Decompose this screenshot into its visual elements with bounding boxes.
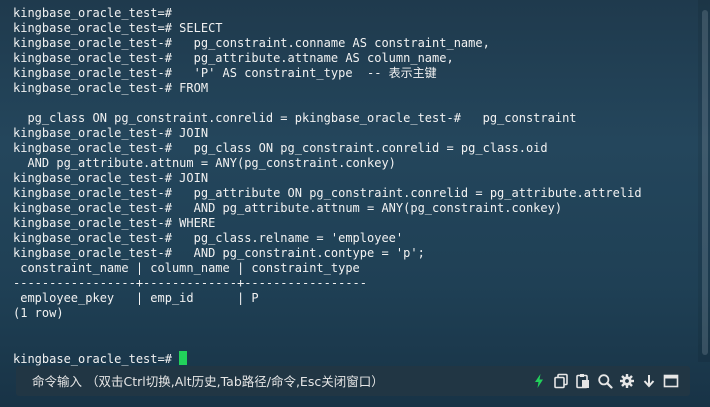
- terminal-line: kingbase_oracle_test-# AND pg_constraint…: [13, 246, 425, 260]
- download-icon[interactable]: [640, 372, 658, 390]
- terminal-line: (1 row): [13, 306, 64, 320]
- gear-icon[interactable]: [618, 372, 636, 390]
- terminal-line: kingbase_oracle_test-# pg_attribute.attn…: [13, 51, 454, 65]
- maximize-icon[interactable]: [662, 372, 680, 390]
- command-bar-toolbar: [530, 372, 690, 390]
- terminal-line: constraint_name | column_name | constrai…: [13, 261, 360, 275]
- terminal-line: kingbase_oracle_test-# pg_constraint.con…: [13, 36, 490, 50]
- terminal-line: kingbase_oracle_test-# pg_class ON pg_co…: [13, 141, 548, 155]
- terminal-line: kingbase_oracle_test=#: [13, 6, 172, 20]
- terminal-line: kingbase_oracle_test-# WHERE: [13, 216, 216, 230]
- terminal-line: kingbase_oracle_test-# FROM: [13, 81, 209, 95]
- command-input[interactable]: [16, 366, 530, 396]
- scrollbar-thumb[interactable]: [702, 10, 708, 355]
- prompt-text: kingbase_oracle_test=#: [13, 352, 180, 366]
- terminal-output[interactable]: kingbase_oracle_test=# kingbase_oracle_te…: [0, 0, 696, 366]
- search-icon[interactable]: [596, 372, 614, 390]
- copy-icon[interactable]: [552, 372, 570, 390]
- terminal-line: kingbase_oracle_test-# JOIN: [13, 171, 209, 185]
- terminal-line: kingbase_oracle_test-# pg_class.relname …: [13, 231, 404, 245]
- terminal-cursor: [179, 351, 188, 365]
- paste-icon[interactable]: [574, 372, 592, 390]
- bolt-icon[interactable]: [530, 372, 548, 390]
- terminal-line: pg_class ON pg_constraint.conrelid = pki…: [13, 111, 577, 125]
- terminal-scrollbar[interactable]: [698, 0, 710, 362]
- terminal-line: AND pg_attribute.attnum = ANY(pg_constra…: [13, 156, 396, 170]
- command-bar: [16, 366, 690, 396]
- prompt-line[interactable]: kingbase_oracle_test=#: [13, 351, 696, 366]
- terminal-line: kingbase_oracle_test-# JOIN: [13, 126, 209, 140]
- terminal-line: kingbase_oracle_test=# SELECT: [13, 21, 223, 35]
- terminal-line: employee_pkey | emp_id | P: [13, 291, 259, 305]
- terminal-line: kingbase_oracle_test-# pg_attribute ON p…: [13, 186, 642, 200]
- terminal-line: kingbase_oracle_test-# AND pg_attribute.…: [13, 201, 563, 215]
- terminal-line: kingbase_oracle_test-# 'P' AS constraint…: [13, 66, 437, 80]
- terminal-line: -----------------+-------------+--------…: [13, 276, 368, 290]
